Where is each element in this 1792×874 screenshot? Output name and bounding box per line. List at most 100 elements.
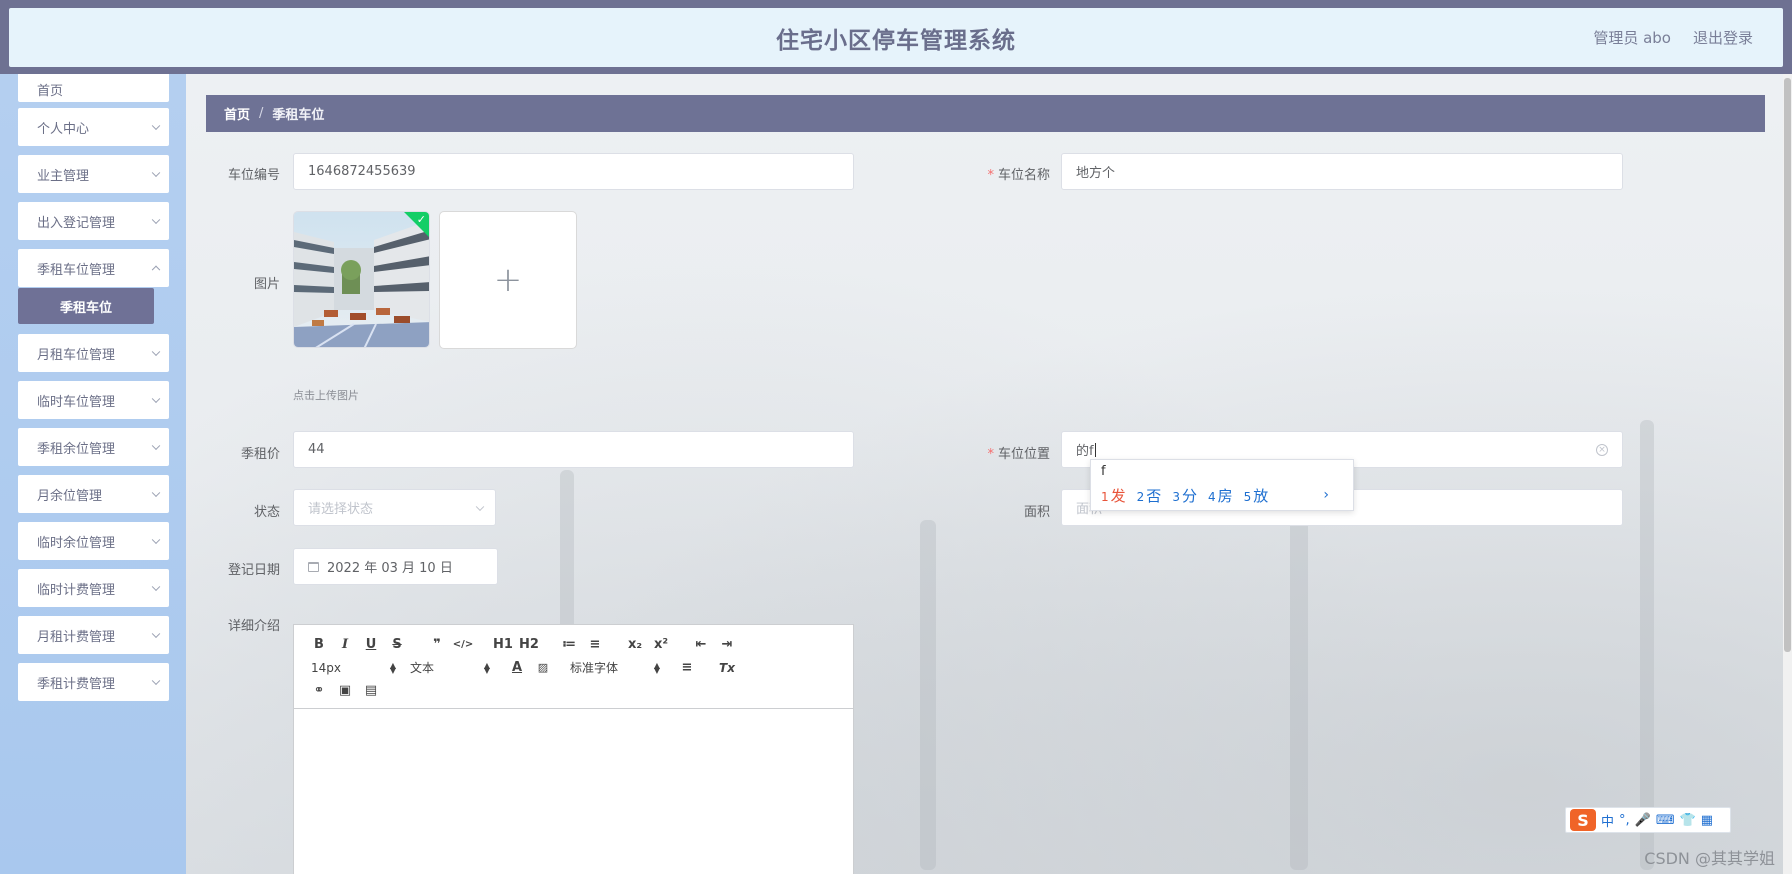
date-picker[interactable]: 2022 年 03 月 10 日 (293, 548, 498, 585)
sidebar-item-home[interactable]: 首页 (18, 74, 169, 102)
ime-next-page-button[interactable]: › (1323, 487, 1329, 503)
status-placeholder: 请选择状态 (308, 502, 374, 517)
sidebar-item-label: 临时车位管理 (37, 394, 116, 410)
keyboard-icon[interactable]: ⌨ (1656, 813, 1675, 828)
sidebar-item-quarterly-vacant[interactable]: 季租余位管理 (18, 428, 169, 466)
clear-icon[interactable]: × (1596, 443, 1608, 456)
sidebar-item-label: 季租车位管理 (37, 262, 116, 278)
quote-button[interactable]: ❞ (424, 637, 450, 652)
sidebar-item-temp-spaces[interactable]: 临时车位管理 (18, 381, 169, 419)
chevron-down-icon (151, 488, 161, 498)
header-inner: 住宅小区停车管理系统 管理员 abo 退出登录 (9, 8, 1783, 67)
align-icon[interactable]: ≡ (674, 660, 700, 675)
rich-text-editor: B I U S ❞ </> H1 H2 ≔ ≡ x₂ x² ⇤ ⇥ 14px ▲… (293, 624, 854, 874)
sidebar-item-monthly-vacant[interactable]: 月余位管理 (18, 475, 169, 513)
chevron-down-icon (151, 168, 161, 178)
sidebar-item-quarterly-spaces[interactable]: 季租车位管理 (18, 249, 169, 287)
ime-candidate[interactable]: 5放 (1244, 485, 1269, 506)
ime-mode-toggle[interactable]: 中 (1601, 811, 1614, 830)
underline-button[interactable]: U (358, 637, 384, 652)
toolbar-row: ⚭ ▣ ▤ (306, 679, 843, 702)
subscript-button[interactable]: x₂ (622, 637, 648, 652)
toolbar-row: B I U S ❞ </> H1 H2 ≔ ≡ x₂ x² ⇤ ⇥ (306, 633, 843, 656)
sogou-logo-icon[interactable]: S (1570, 809, 1596, 831)
sidebar-item-label: 个人中心 (37, 121, 90, 137)
uploaded-image[interactable]: ✓ (293, 211, 430, 348)
sidebar-item-personal[interactable]: 个人中心 (18, 108, 169, 146)
breadcrumb-home[interactable]: 首页 (224, 104, 250, 123)
code-field[interactable]: 1646872455639 (293, 153, 854, 190)
sidebar-item-label: 月租车位管理 (37, 347, 116, 363)
superscript-button[interactable]: x² (648, 637, 674, 652)
sidebar-item-owners[interactable]: 业主管理 (18, 155, 169, 193)
sidebar-item-label: 业主管理 (37, 168, 90, 184)
ime-status-bar: S 中 °, 🎤 ⌨ 👕 ▦ (1565, 807, 1731, 833)
link-icon[interactable]: ⚭ (306, 683, 332, 698)
sidebar-subitem-quarterly-space[interactable]: 季租车位 (18, 288, 154, 324)
ime-candidate-list: 1发 2否 3分 4房 5放 (1101, 485, 1268, 506)
font-color-icon[interactable]: A (504, 660, 530, 675)
font-size-value: 14px (311, 660, 341, 675)
editor-toolbar: B I U S ❞ </> H1 H2 ≔ ≡ x₂ x² ⇤ ⇥ 14px ▲… (294, 625, 853, 709)
editor-content-area[interactable] (294, 709, 853, 874)
page-scrollbar[interactable] (1783, 74, 1792, 874)
ime-candidate[interactable]: 2否 (1137, 485, 1162, 506)
header-select[interactable]: 文本 ▲ ▼ (410, 659, 490, 676)
upload-add-button[interactable]: + (439, 211, 577, 349)
status-select[interactable]: 请选择状态 (293, 489, 496, 526)
image-icon[interactable]: ▣ (332, 683, 358, 698)
bold-button[interactable]: B (306, 637, 332, 652)
name-label: * 车位名称 (970, 164, 1050, 183)
calendar-icon (308, 561, 319, 572)
h2-button[interactable]: H2 (516, 637, 542, 652)
name-field[interactable]: 地方个 (1061, 153, 1623, 190)
h1-button[interactable]: H1 (490, 637, 516, 652)
date-value: 2022 年 03 月 10 日 (327, 561, 453, 576)
font-family-select[interactable]: 标准字体 ▲ ▼ (570, 659, 660, 676)
toolbar-row: 14px ▲ ▼ 文本 ▲ ▼ A ▨ 标准字体 ▲ ▼ ≡ Tx (306, 656, 843, 679)
apps-icon[interactable]: ▦ (1701, 813, 1713, 828)
sidebar-item-label: 出入登记管理 (37, 215, 116, 231)
chevron-down-icon (151, 676, 161, 686)
sidebar-item-monthly-spaces[interactable]: 月租车位管理 (18, 334, 169, 372)
indent-button[interactable]: ⇥ (714, 637, 740, 652)
ime-candidate[interactable]: 4房 (1208, 485, 1233, 506)
skin-icon[interactable]: 👕 (1680, 813, 1696, 828)
code-block-button[interactable]: </> (450, 639, 476, 650)
updown-icon: ▲ ▼ (653, 660, 660, 675)
price-field[interactable]: 44 (293, 431, 854, 468)
sidebar-item-quarterly-billing[interactable]: 季租计费管理 (18, 663, 169, 701)
sidebar-item-label: 临时计费管理 (37, 582, 116, 598)
logout-button[interactable]: 退出登录 (1693, 27, 1753, 48)
sidebar-item-temp-vacant[interactable]: 临时余位管理 (18, 522, 169, 560)
status-label: 状态 (253, 505, 280, 520)
ime-candidate-popup: f 1发 2否 3分 4房 5放 › (1090, 459, 1354, 511)
required-mark: * (987, 447, 994, 462)
breadcrumb-current: 季租车位 (272, 108, 325, 123)
plus-icon: + (493, 260, 523, 300)
sidebar-item-label: 首页 (37, 83, 64, 99)
microphone-icon[interactable]: 🎤 (1635, 813, 1651, 828)
chevron-down-icon (151, 394, 161, 404)
punctuation-toggle[interactable]: °, (1619, 813, 1630, 828)
price-value: 44 (308, 442, 325, 457)
background-color-icon[interactable]: ▨ (530, 661, 556, 674)
sidebar-item-entry-log[interactable]: 出入登记管理 (18, 202, 169, 240)
strike-button[interactable]: S (384, 637, 410, 652)
video-icon[interactable]: ▤ (358, 683, 384, 698)
scrollbar-thumb[interactable] (1784, 78, 1791, 652)
outdent-button[interactable]: ⇤ (688, 637, 714, 652)
user-name[interactable]: 管理员 abo (1593, 27, 1671, 48)
bullet-list-button[interactable]: ≡ (582, 637, 608, 652)
ime-candidate[interactable]: 1发 (1101, 485, 1126, 506)
font-family-value: 标准字体 (570, 661, 619, 675)
sidebar-item-temp-billing[interactable]: 临时计费管理 (18, 569, 169, 607)
font-size-select[interactable]: 14px ▲ ▼ (306, 661, 396, 675)
ordered-list-button[interactable]: ≔ (556, 637, 582, 652)
chevron-down-icon (151, 121, 161, 131)
italic-button[interactable]: I (332, 637, 358, 652)
ime-candidate[interactable]: 3分 (1172, 485, 1197, 506)
sidebar-item-label: 季租计费管理 (37, 676, 116, 692)
sidebar-item-monthly-billing[interactable]: 月租计费管理 (18, 616, 169, 654)
clean-format-button[interactable]: Tx (714, 661, 740, 675)
